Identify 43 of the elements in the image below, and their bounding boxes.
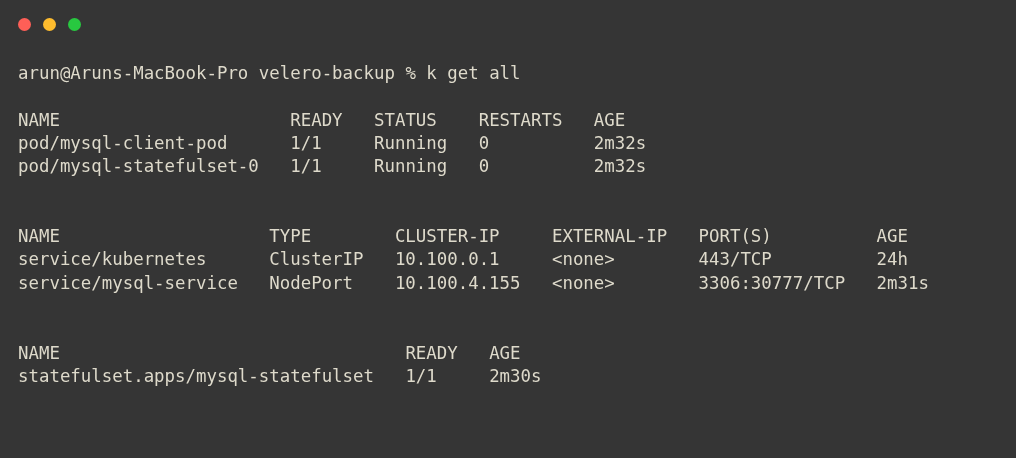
column-header: READY bbox=[290, 108, 343, 132]
table-cell: 2m31s bbox=[876, 271, 929, 295]
column-header: RESTARTS bbox=[478, 108, 563, 132]
column-header: NAME bbox=[18, 225, 60, 249]
table-cell: 10.100.0.1 bbox=[394, 248, 500, 272]
column-header: AGE bbox=[876, 225, 908, 249]
column-header: AGE bbox=[593, 108, 626, 132]
table-cell: NodePort bbox=[269, 271, 354, 295]
table-cell-text: statefulset.apps/mysql-statefulset bbox=[18, 364, 374, 388]
table-cell-text: Running bbox=[373, 131, 448, 155]
table-cell: 443/TCP bbox=[698, 248, 772, 272]
window-control-button[interactable] bbox=[18, 18, 31, 31]
table-cell: <none> bbox=[551, 271, 615, 295]
window-control-button[interactable] bbox=[43, 18, 56, 31]
table-cell-text: 0 bbox=[478, 131, 490, 155]
table-cell: 2m32s bbox=[593, 155, 647, 179]
command-prompt: arun@Aruns-MacBook-Pro velero-backup % k get all bbox=[18, 63, 521, 83]
table-cell-text: pod/mysql-client-pod bbox=[18, 131, 228, 155]
column-header: EXTERNAL-IP bbox=[551, 225, 668, 249]
column-header: CLUSTER-IP bbox=[394, 225, 500, 249]
table-cell: service/kubernetes bbox=[18, 248, 207, 272]
table-cell-text: 1/1 bbox=[405, 364, 437, 388]
column-header: STATUS bbox=[373, 108, 437, 132]
column-header: NAME bbox=[18, 108, 60, 132]
column-header: PORT(S) bbox=[698, 225, 772, 249]
table-cell-text: 2m32s bbox=[593, 131, 647, 155]
table-cell-text: 2m30s bbox=[489, 364, 542, 388]
table-cell: 0 bbox=[478, 155, 490, 179]
column-header: TYPE bbox=[269, 225, 312, 249]
table-cell-text: 1/1 bbox=[290, 131, 322, 155]
table-cell: 24h bbox=[876, 248, 908, 272]
table-cell: 1/1 bbox=[290, 155, 322, 179]
table-cell: 10.100.4.155 bbox=[394, 271, 521, 295]
window-control-button[interactable] bbox=[68, 18, 81, 31]
column-header: AGE bbox=[489, 341, 521, 365]
column-header: NAME bbox=[18, 341, 60, 365]
table-cell: ClusterIP bbox=[269, 248, 364, 272]
table-cell: Running bbox=[373, 155, 448, 179]
table-cell: pod/mysql-statefulset-0 bbox=[18, 155, 259, 179]
column-header: READY bbox=[405, 341, 458, 365]
table-cell: 3306:30777/TCP bbox=[698, 271, 846, 295]
table-cell: service/mysql-service bbox=[18, 271, 238, 295]
table-cell: <none> bbox=[551, 248, 615, 272]
